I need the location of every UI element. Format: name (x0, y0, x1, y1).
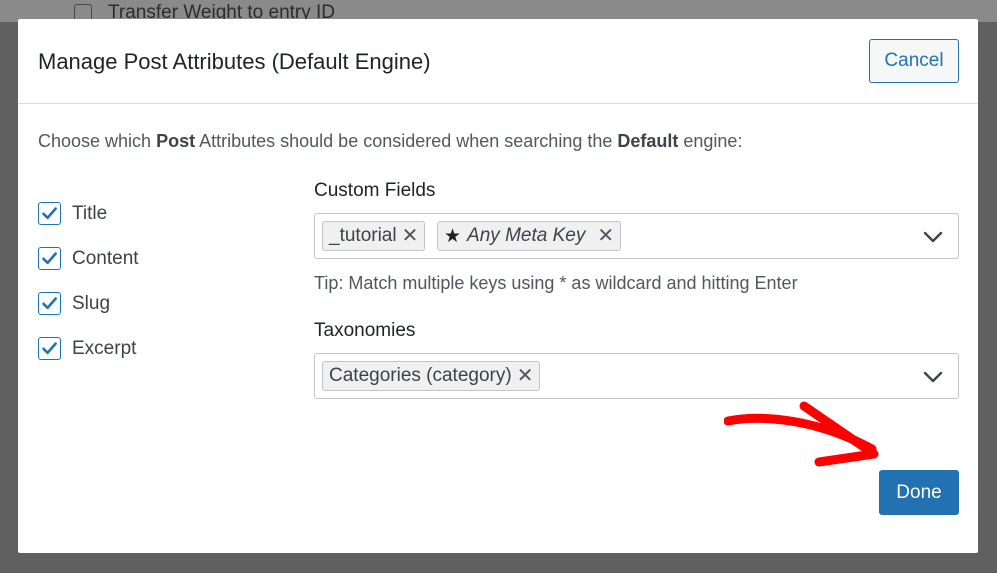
attribute-content[interactable]: Content (38, 236, 139, 281)
checkbox-title[interactable] (38, 202, 61, 225)
modal-header: Manage Post Attributes (Default Engine) … (18, 19, 978, 104)
intro-part2: Attributes should be considered when sea… (195, 131, 618, 151)
checkbox-excerpt[interactable] (38, 337, 61, 360)
checkbox-check-icon (42, 252, 57, 265)
attribute-slug[interactable]: Slug (38, 281, 139, 326)
taxonomies-select[interactable]: Categories (category) ✕ (314, 353, 959, 399)
chip-categories: Categories (category) ✕ (322, 361, 541, 391)
attribute-label: Slug (72, 292, 111, 314)
checkbox-check-icon (42, 207, 57, 220)
red-arrow-annotation (724, 401, 879, 467)
intro-bold-default: Default (617, 131, 679, 151)
attribute-label: Excerpt (72, 337, 137, 359)
attribute-label: Content (72, 247, 139, 269)
custom-fields-tip: Tip: Match multiple keys using * as wild… (314, 273, 798, 293)
chevron-down-icon[interactable] (922, 366, 944, 388)
intro-part1: Choose which (38, 131, 157, 151)
chip-remove-icon[interactable]: ✕ (517, 366, 534, 386)
attribute-checklist: Title Content Slug Excerpt (38, 191, 139, 371)
taxonomies-label: Taxonomies (314, 320, 416, 341)
intro-bold-post: Post (156, 131, 196, 151)
checkbox-check-icon (42, 297, 57, 310)
checkbox-slug[interactable] (38, 292, 61, 315)
chip-label: Categories (category) (329, 365, 512, 386)
manage-attributes-modal: Manage Post Attributes (Default Engine) … (18, 19, 978, 553)
chip-remove-icon[interactable]: ✕ (597, 226, 614, 246)
cancel-button[interactable]: Cancel (869, 39, 959, 83)
intro-part3: engine: (678, 131, 743, 151)
chip-label: Any Meta Key (467, 225, 586, 246)
checkbox-content[interactable] (38, 247, 61, 270)
chip-tutorial: _tutorial ✕ (322, 221, 426, 251)
done-button[interactable]: Done (879, 470, 959, 515)
custom-fields-select[interactable]: _tutorial ✕ ★ Any Meta Key ✕ (314, 213, 959, 259)
modal-title: Manage Post Attributes (Default Engine) (38, 49, 431, 74)
intro-text: Choose which Post Attributes should be c… (38, 131, 742, 152)
attribute-label: Title (72, 202, 108, 224)
attribute-title[interactable]: Title (38, 191, 139, 236)
custom-fields-label: Custom Fields (314, 180, 436, 201)
chip-label: _tutorial (329, 225, 397, 246)
star-icon: ★ (444, 225, 462, 247)
chip-any-meta-key: ★ Any Meta Key ✕ (437, 221, 622, 251)
chevron-down-icon[interactable] (922, 226, 944, 248)
chip-remove-icon[interactable]: ✕ (402, 226, 419, 246)
attribute-excerpt[interactable]: Excerpt (38, 326, 139, 371)
checkbox-check-icon (42, 342, 57, 355)
